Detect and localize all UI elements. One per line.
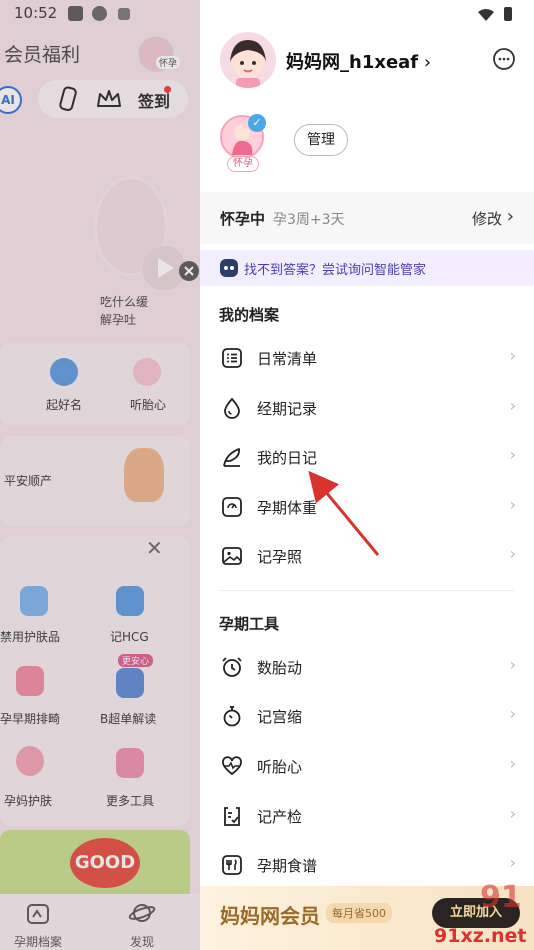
chevron-right-icon: ›: [509, 804, 516, 823]
ai-prompt-text: 找不到答案？尝试询问智能管家: [244, 263, 427, 278]
menu-item-kick-count[interactable]: 数胎动 ›: [200, 643, 534, 691]
stopwatch-icon: [223, 706, 241, 727]
chevron-right-icon: ›: [509, 346, 516, 365]
chevron-right-icon: ›: [509, 754, 516, 773]
chevron-right-icon: ›: [509, 853, 516, 872]
menu-item-contraction[interactable]: 记宫缩 ›: [200, 692, 534, 740]
robot-icon: [220, 259, 238, 277]
menu-item-prenatal-check[interactable]: 记产检 ›: [200, 792, 534, 840]
watermark-logo-icon: 91: [480, 880, 522, 915]
ai-assistant-banner[interactable]: 找不到答案？尝试询问智能管家: [200, 250, 534, 286]
edit-button[interactable]: 修改: [472, 208, 502, 229]
heartbeat-icon: [222, 756, 242, 776]
drop-icon: [224, 397, 240, 419]
annotation-arrow-icon: [308, 470, 380, 556]
section-divider: [220, 590, 514, 591]
vip-savings: 每月省500: [326, 903, 392, 923]
menu-label: 记宫缩: [257, 708, 303, 726]
section-title-my-profile: 我的档案: [219, 306, 280, 324]
chevron-right-icon: ›: [509, 396, 516, 415]
menu-item-fetal-heart[interactable]: 听胎心 ›: [200, 742, 534, 790]
verified-check-icon: ✓: [248, 114, 266, 132]
manage-button[interactable]: 管理: [294, 124, 348, 156]
fork-icon: [222, 855, 242, 875]
status-week: 孕3周+3天: [273, 212, 345, 228]
chevron-right-icon: ›: [509, 655, 516, 674]
scale-icon: [222, 497, 242, 517]
chevron-right-icon: ›: [509, 495, 516, 514]
username[interactable]: 妈妈网_h1xeaf ›: [286, 48, 431, 74]
status-label: 怀孕中: [220, 210, 266, 228]
section-title-pregnancy-tools: 孕期工具: [219, 615, 280, 633]
watermark: 91xz.net: [434, 925, 527, 947]
chevron-right-icon: ›: [509, 445, 516, 464]
menu-label: 孕期食谱: [257, 857, 318, 875]
avatar[interactable]: [220, 32, 276, 88]
menu-label: 听胎心: [257, 758, 303, 776]
feather-icon: [223, 448, 240, 467]
menu-label: 记产检: [257, 808, 303, 826]
checklist-icon: [222, 348, 242, 368]
clipboard-icon: [224, 807, 240, 826]
alarm-icon: [222, 657, 242, 677]
message-icon[interactable]: [492, 47, 516, 71]
photo-icon: [222, 547, 242, 565]
chevron-right-icon: ›: [509, 704, 516, 723]
menu-label: 经期记录: [257, 400, 318, 418]
chevron-right-icon: ›: [506, 206, 514, 227]
overlay-scrim[interactable]: [0, 0, 200, 950]
menu-label: 记孕照: [257, 548, 303, 566]
menu-label: 数胎动: [257, 659, 303, 677]
menu-label: 日常清单: [257, 350, 318, 368]
signal-battery-icon: [478, 7, 512, 21]
menu-item-period-record[interactable]: 经期记录 ›: [200, 384, 534, 432]
pregnancy-tag: 怀孕: [227, 156, 259, 172]
menu-item-daily-list[interactable]: 日常清单 ›: [200, 334, 534, 382]
vip-title: 妈妈网会员: [220, 904, 320, 928]
pregnancy-status-row[interactable]: 怀孕中 孕3周+3天 修改 ›: [200, 192, 534, 244]
chevron-right-icon: ›: [509, 544, 516, 563]
